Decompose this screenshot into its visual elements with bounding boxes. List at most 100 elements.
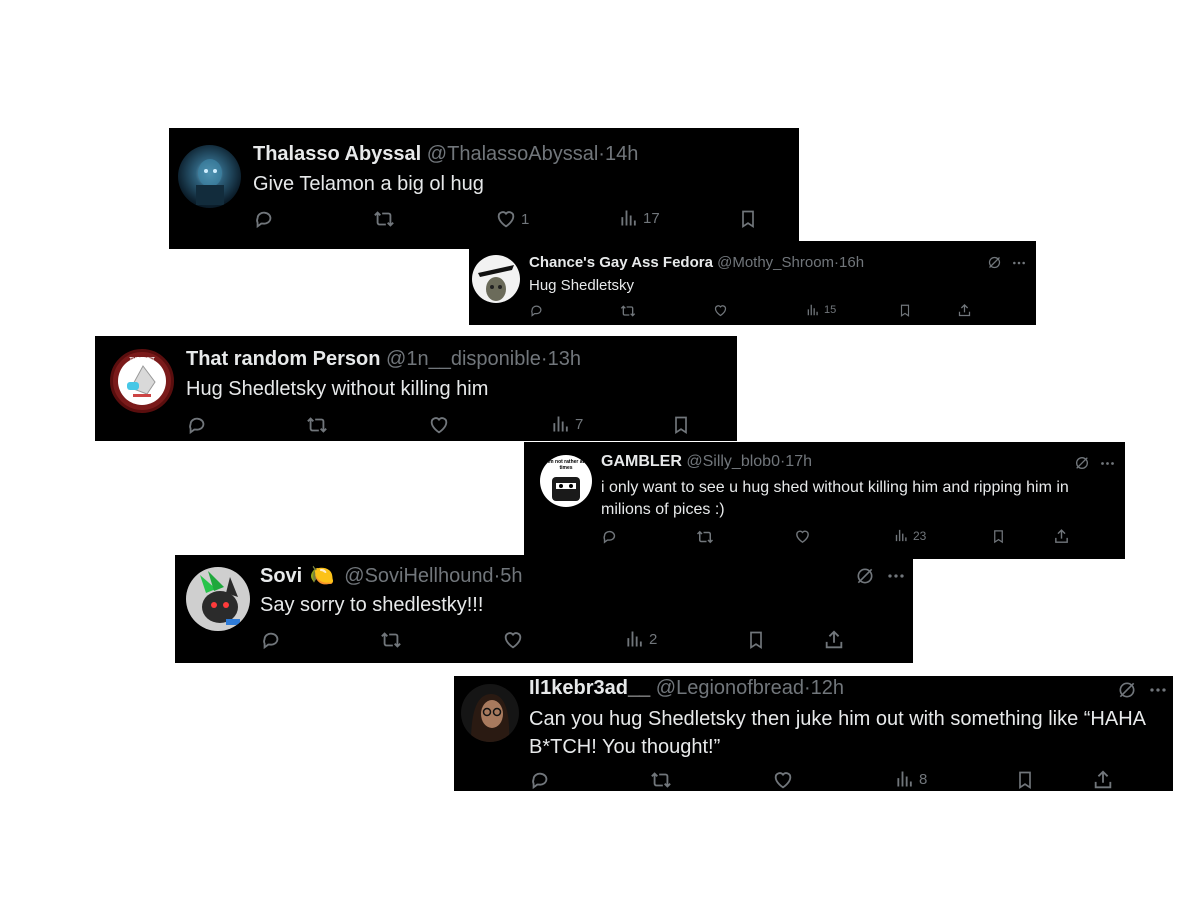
tweet-card[interactable]: im not rather at times GAMBLER @Silly_bl… bbox=[524, 442, 1125, 559]
tweet-card[interactable]: Thalasso Abyssal @ThalassoAbyssal·14h Gi… bbox=[169, 128, 799, 249]
grok-button[interactable] bbox=[987, 255, 1002, 270]
like-button[interactable] bbox=[772, 769, 794, 791]
views-count: 15 bbox=[824, 304, 837, 316]
bookmark-button[interactable] bbox=[671, 414, 691, 436]
bookmark-button[interactable] bbox=[1015, 769, 1035, 791]
reply-button[interactable] bbox=[253, 208, 275, 230]
reply-button[interactable] bbox=[529, 303, 544, 318]
avatar[interactable] bbox=[178, 145, 241, 208]
timestamp[interactable]: 16h bbox=[839, 254, 864, 271]
like-button[interactable] bbox=[502, 629, 524, 651]
timestamp[interactable]: 5h bbox=[500, 565, 522, 587]
retweet-button[interactable] bbox=[306, 414, 328, 436]
avatar-figure-icon bbox=[196, 159, 224, 205]
views-button[interactable]: 2 bbox=[625, 629, 657, 649]
tweet-text: Hug Shedletsky without killing him bbox=[186, 378, 489, 400]
views-button[interactable]: 7 bbox=[551, 414, 583, 434]
user-handle[interactable]: @SoviHellhound bbox=[344, 565, 493, 587]
tweet-text: i only want to see u hug shed without ki… bbox=[601, 479, 1069, 518]
like-button[interactable] bbox=[794, 528, 811, 545]
separator-dot: · bbox=[598, 143, 605, 165]
more-icon bbox=[888, 574, 904, 578]
user-handle[interactable]: @1n__disponible bbox=[386, 348, 541, 370]
bookmark-button[interactable] bbox=[898, 303, 912, 318]
share-button[interactable] bbox=[957, 303, 972, 318]
share-icon bbox=[958, 303, 971, 317]
like-icon bbox=[497, 211, 515, 228]
grok-button[interactable] bbox=[855, 566, 875, 586]
bookmark-icon bbox=[742, 210, 754, 229]
avatar[interactable]: im not rather at times bbox=[540, 455, 592, 507]
views-button[interactable]: 15 bbox=[806, 303, 836, 317]
like-icon bbox=[504, 632, 522, 649]
retweet-icon bbox=[381, 632, 401, 648]
share-button[interactable] bbox=[823, 629, 845, 651]
tweet-card[interactable]: Sovi 🍋 @SoviHellhound·5h Say sorry to sh… bbox=[175, 555, 913, 663]
timestamp[interactable]: 17h bbox=[785, 453, 812, 470]
like-button[interactable] bbox=[428, 414, 450, 436]
grok-button[interactable] bbox=[1074, 455, 1090, 471]
display-name[interactable]: GAMBLER bbox=[601, 453, 682, 470]
views-button[interactable]: 17 bbox=[619, 208, 660, 228]
like-button[interactable] bbox=[713, 303, 728, 318]
like-button[interactable]: 1 bbox=[495, 208, 529, 230]
bookmark-icon bbox=[994, 530, 1003, 544]
views-count: 2 bbox=[649, 630, 658, 648]
reply-button[interactable] bbox=[186, 414, 208, 436]
display-name[interactable]: Il1kebr3ad__ bbox=[529, 677, 650, 699]
retweet-button[interactable] bbox=[696, 528, 714, 546]
like-icon bbox=[714, 305, 727, 317]
user-handle[interactable]: @Mothy_Shroom bbox=[717, 254, 834, 271]
tweet-card[interactable]: Il1kebr3ad__ @Legionofbread·12h Can you … bbox=[454, 676, 1173, 791]
tweet-text: Give Telamon a big ol hug bbox=[253, 173, 484, 195]
retweet-button[interactable] bbox=[620, 303, 636, 319]
bookmark-button[interactable] bbox=[746, 629, 766, 651]
retweet-button[interactable] bbox=[373, 208, 395, 230]
tweet-card[interactable]: Chance's Gay Ass Fedora @Mothy_Shroom·16… bbox=[469, 241, 1036, 325]
avatar[interactable] bbox=[461, 684, 519, 742]
more-button[interactable] bbox=[1012, 256, 1026, 270]
display-name[interactable]: Chance's Gay Ass Fedora bbox=[529, 254, 713, 271]
retweet-icon bbox=[696, 530, 714, 544]
display-name[interactable]: Sovi bbox=[260, 565, 302, 587]
timestamp[interactable]: 14h bbox=[605, 143, 638, 165]
reply-button[interactable] bbox=[260, 629, 282, 651]
tweet-card[interactable]: THE HUNT That random Person @1n__disponi… bbox=[95, 336, 737, 441]
display-name[interactable]: That random Person bbox=[186, 348, 380, 370]
retweet-icon bbox=[307, 417, 327, 433]
views-button[interactable]: 23 bbox=[894, 528, 926, 543]
views-count: 8 bbox=[919, 770, 928, 788]
user-handle[interactable]: @Silly_blob0 bbox=[686, 453, 780, 470]
more-icon bbox=[1150, 688, 1166, 692]
avatar-label: im not rather at times bbox=[547, 459, 585, 471]
views-count: 23 bbox=[913, 528, 927, 543]
display-name[interactable]: Thalasso Abyssal bbox=[253, 143, 421, 165]
share-button[interactable] bbox=[1092, 769, 1114, 791]
views-button[interactable]: 8 bbox=[895, 769, 927, 789]
retweet-button[interactable] bbox=[380, 629, 402, 651]
tweet-text: Hug Shedletsky bbox=[529, 277, 635, 294]
more-button[interactable] bbox=[887, 567, 905, 585]
bookmark-button[interactable] bbox=[991, 528, 1006, 545]
views-count: 17 bbox=[643, 209, 660, 227]
reply-icon bbox=[603, 530, 616, 544]
avatar[interactable]: THE HUNT bbox=[110, 349, 174, 413]
reply-button[interactable] bbox=[529, 769, 551, 791]
timestamp[interactable]: 12h bbox=[811, 677, 844, 699]
timestamp[interactable]: 13h bbox=[548, 348, 581, 370]
reply-button[interactable] bbox=[601, 528, 618, 545]
user-handle[interactable]: @ThalassoAbyssal bbox=[427, 143, 598, 165]
retweet-icon bbox=[374, 211, 394, 227]
like-count: 1 bbox=[521, 210, 530, 228]
avatar[interactable] bbox=[472, 255, 520, 303]
bookmark-icon bbox=[675, 416, 687, 435]
bookmark-button[interactable] bbox=[738, 208, 758, 230]
grok-button[interactable] bbox=[1117, 680, 1137, 700]
user-handle[interactable]: @Legionofbread bbox=[656, 677, 804, 699]
more-button[interactable] bbox=[1100, 456, 1115, 471]
share-button[interactable] bbox=[1053, 528, 1070, 545]
like-icon bbox=[430, 417, 448, 434]
avatar[interactable] bbox=[186, 567, 250, 631]
retweet-button[interactable] bbox=[650, 769, 672, 791]
more-button[interactable] bbox=[1149, 681, 1167, 699]
